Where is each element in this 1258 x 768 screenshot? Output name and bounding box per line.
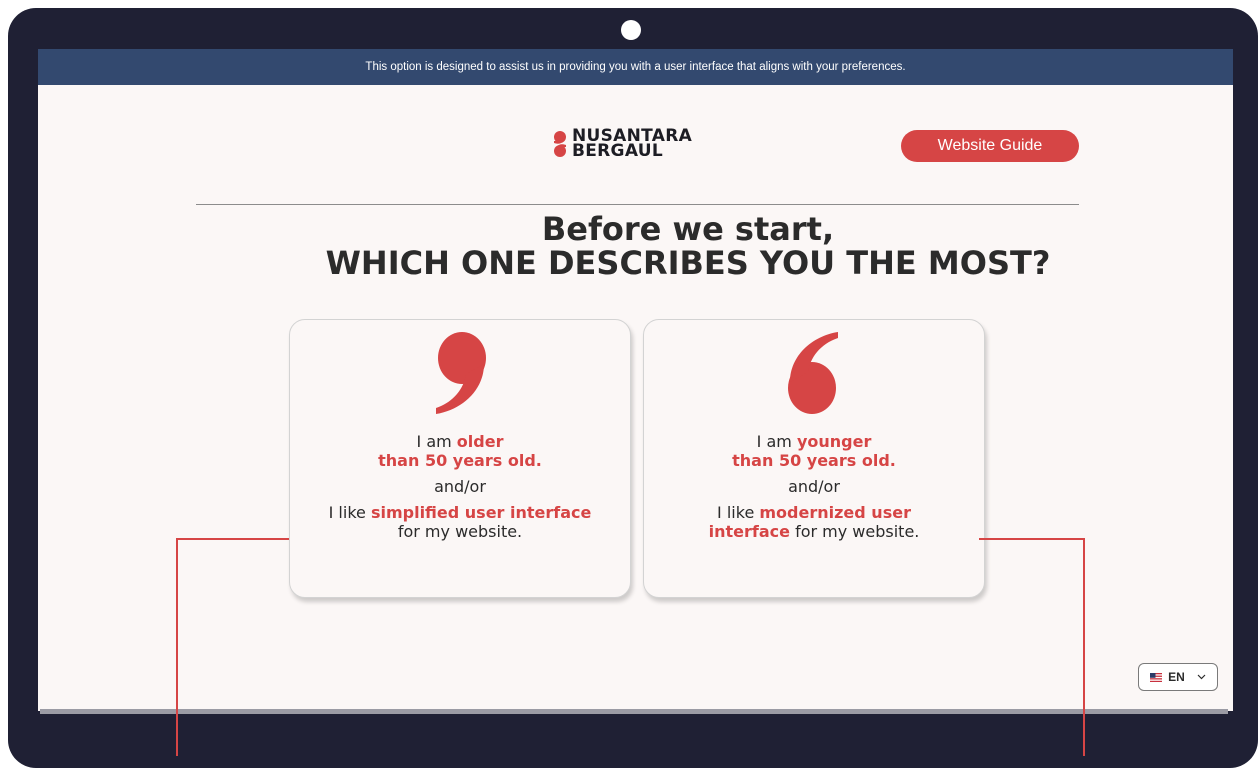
option-card-text: I am younger than 50 years old. and/or I… [644, 432, 984, 541]
closing-quote-icon [436, 332, 486, 414]
language-selector[interactable]: EN [1138, 663, 1218, 691]
age-prefix: I am [756, 432, 797, 451]
screen-bottom-edge [40, 709, 1228, 714]
option-card-younger[interactable]: I am younger than 50 years old. and/or I… [643, 319, 985, 598]
left-callout-line [176, 538, 289, 540]
option-card-text: I am older than 50 years old. and/or I l… [290, 432, 630, 541]
opening-quote-icon [788, 332, 838, 414]
language-code: EN [1168, 670, 1185, 684]
info-banner: This option is designed to assist us in … [38, 49, 1233, 85]
and-or-label: and/or [788, 477, 840, 496]
preference-suffix: for my website. [397, 522, 523, 541]
age-highlight: younger [796, 432, 872, 451]
age-highlight-line-2: than 50 years old. [378, 451, 542, 470]
header-divider [196, 204, 1079, 205]
preference-highlight: modernized user [759, 503, 911, 522]
right-callout-line [1083, 538, 1085, 756]
age-highlight: older [456, 432, 504, 451]
logo-line-2: BERGAUL [572, 141, 663, 161]
left-callout-line [176, 538, 178, 756]
age-highlight-line-2: than 50 years old. [732, 451, 896, 470]
preference-highlight-line-2: interface [708, 522, 790, 541]
website-guide-button[interactable]: Website Guide [901, 130, 1079, 162]
site-logo[interactable]: NUSANTARA BERGAUL [551, 128, 692, 161]
preference-prefix: I like [717, 503, 760, 522]
chevron-down-icon [1197, 674, 1206, 680]
info-banner-text: This option is designed to assist us in … [365, 61, 906, 73]
camera-icon [621, 20, 641, 40]
preference-suffix: for my website. [789, 522, 920, 541]
option-card-older[interactable]: I am older than 50 years old. and/or I l… [289, 319, 631, 598]
page-title-line-1: Before we start, [541, 210, 835, 248]
preference-highlight: simplified user interface [370, 503, 592, 522]
preference-prefix: I like [328, 503, 371, 522]
age-prefix: I am [416, 432, 457, 451]
logo-text: NUSANTARA BERGAUL [572, 128, 692, 161]
logo-mark-icon [554, 131, 566, 157]
right-callout-line [979, 538, 1085, 540]
screen: This option is designed to assist us in … [38, 49, 1233, 711]
us-flag-icon [1150, 672, 1163, 682]
and-or-label: and/or [434, 477, 486, 496]
page-title-line-2: WHICH ONE DESCRIBES YOU THE MOST? [325, 244, 1051, 282]
page-title: Before we start, WHICH ONE DESCRIBES YOU… [38, 212, 1233, 280]
